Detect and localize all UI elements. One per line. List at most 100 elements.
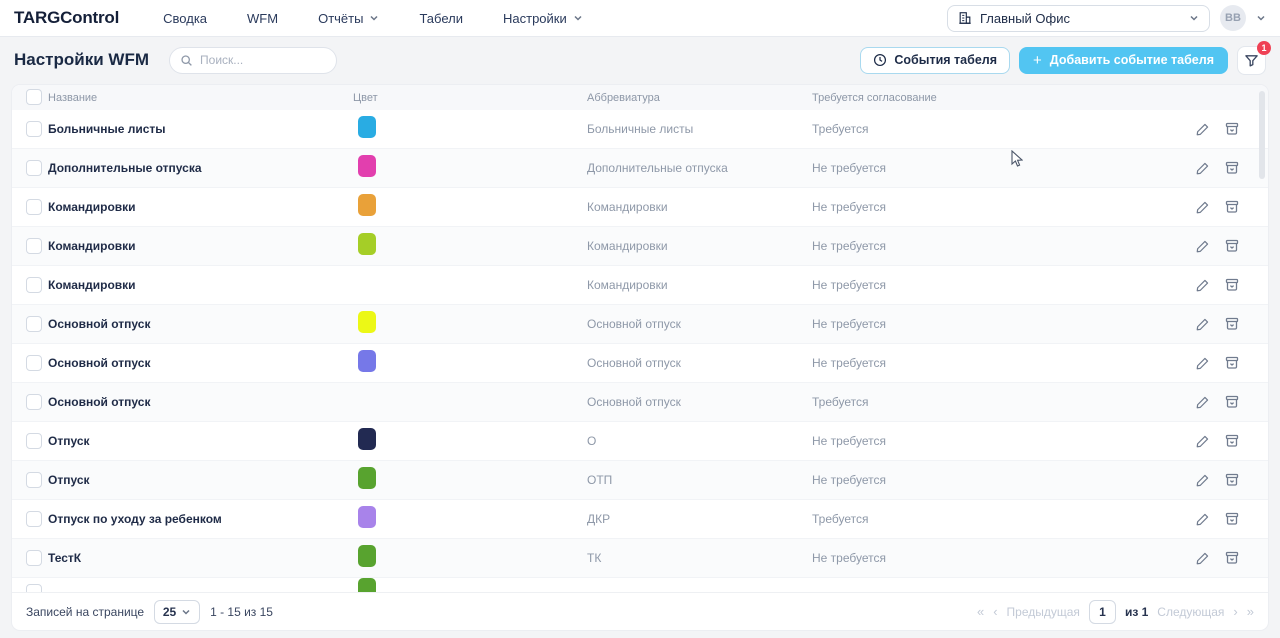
table-row[interactable]: Командировки Командировки Не требуется [12,188,1268,227]
table-row[interactable]: Дополнительные отпуска Дополнительные от… [12,149,1268,188]
color-cell [353,155,587,182]
table-row[interactable]: Отпуск по уходу за ребенком ДКР Требуетс… [12,500,1268,539]
filter-button[interactable]: 1 [1237,46,1266,75]
vertical-scrollbar[interactable] [1259,91,1265,179]
next-page-button[interactable]: Следующая [1157,605,1224,619]
timesheet-events-button[interactable]: События табеля [860,47,1010,74]
timesheet-events-label: События табеля [894,53,997,67]
event-name: Отпуск по уходу за ребенком [48,512,353,526]
table-row[interactable]: Командировки Командировки Не требуется [12,227,1268,266]
archive-icon[interactable] [1224,160,1240,176]
approval-status: Не требуется [812,200,1168,214]
nav-item-1[interactable]: WFM [247,11,278,26]
color-cell [353,578,587,592]
row-checkbox[interactable] [26,199,42,215]
column-header-abbreviation: Аббревиатура [587,92,812,104]
nav-item-4[interactable]: Настройки [503,11,583,26]
event-name: Командировки [48,278,353,292]
edit-icon[interactable] [1194,121,1210,137]
chevron-down-icon [573,13,583,23]
edit-icon[interactable] [1194,199,1210,215]
chevron-down-icon [181,607,191,617]
event-name: Отпуск [48,434,353,448]
edit-icon[interactable] [1194,316,1210,332]
edit-icon[interactable] [1194,160,1210,176]
archive-icon[interactable] [1224,355,1240,371]
last-page-button[interactable]: » [1247,604,1254,619]
prev-page-button[interactable]: Предыдущая [1007,605,1080,619]
building-icon [958,11,972,25]
approval-status: Не требуется [812,356,1168,370]
row-checkbox[interactable] [26,433,42,449]
edit-icon[interactable] [1194,511,1210,527]
archive-icon[interactable] [1224,511,1240,527]
row-checkbox[interactable] [26,277,42,293]
archive-icon[interactable] [1224,121,1240,137]
edit-icon[interactable] [1194,433,1210,449]
approval-status: Не требуется [812,239,1168,253]
event-abbreviation: ОТП [587,473,812,487]
table-row[interactable]: Основной отпуск Основной отпуск Не требу… [12,305,1268,344]
clock-icon [873,53,887,67]
archive-icon[interactable] [1224,238,1240,254]
archive-icon[interactable] [1224,472,1240,488]
edit-icon[interactable] [1194,238,1210,254]
first-page-button[interactable]: « [977,604,984,619]
per-page-select[interactable]: 25 [154,600,200,624]
archive-icon[interactable] [1224,433,1240,449]
table-row[interactable]: Отпуск О Не требуется [12,422,1268,461]
row-checkbox[interactable] [26,238,42,254]
color-swatch [358,116,376,138]
color-swatch [358,428,376,450]
select-all-checkbox[interactable] [26,89,42,105]
row-checkbox[interactable] [26,550,42,566]
row-checkbox[interactable] [26,511,42,527]
event-abbreviation: Командировки [587,278,812,292]
edit-icon[interactable] [1194,277,1210,293]
edit-icon[interactable] [1194,355,1210,371]
current-page-input[interactable]: 1 [1089,600,1116,624]
row-checkbox[interactable] [26,121,42,137]
search-input[interactable] [200,53,326,67]
approval-status: Не требуется [812,161,1168,175]
nav-item-3[interactable]: Табели [419,11,463,26]
row-checkbox[interactable] [26,160,42,176]
per-page-label: Записей на странице [26,605,144,619]
archive-icon[interactable] [1224,394,1240,410]
avatar[interactable]: ВВ [1220,5,1246,31]
table-row[interactable]: Основной отпуск Основной отпуск Не требу… [12,344,1268,383]
color-swatch [358,311,376,333]
office-select[interactable]: Главный Офис [947,5,1210,32]
row-checkbox[interactable] [26,584,42,593]
row-checkbox[interactable] [26,472,42,488]
table-body: Больничные листы Больничные листы Требуе… [12,110,1268,592]
nav-item-2[interactable]: Отчёты [318,11,379,26]
approval-status: Требуется [812,512,1168,526]
table-row[interactable]: Основной отпуск Основной отпуск Требуетс… [12,383,1268,422]
search-box[interactable] [169,47,337,74]
color-swatch [358,350,376,372]
archive-icon[interactable] [1224,550,1240,566]
event-name: Командировки [48,200,353,214]
edit-icon[interactable] [1194,472,1210,488]
archive-icon[interactable] [1224,199,1240,215]
nav-item-0[interactable]: Сводка [163,11,207,26]
table-row[interactable]: Командировки Командировки Не требуется [12,266,1268,305]
table-row[interactable]: Отпуск ОТП Не требуется [12,461,1268,500]
user-menu-chevron-icon[interactable] [1256,13,1266,23]
table-row[interactable] [12,578,1268,592]
color-cell [353,116,587,143]
add-timesheet-event-button[interactable]: + Добавить событие табеля [1019,47,1228,74]
prev-page-arrow-button[interactable]: ‹ [993,604,997,619]
row-checkbox[interactable] [26,316,42,332]
row-checkbox[interactable] [26,394,42,410]
archive-icon[interactable] [1224,277,1240,293]
table-row[interactable]: ТестК ТК Не требуется [12,539,1268,578]
edit-icon[interactable] [1194,394,1210,410]
table-row[interactable]: Больничные листы Больничные листы Требуе… [12,110,1268,149]
search-icon [180,54,193,67]
next-page-arrow-button[interactable]: › [1233,604,1237,619]
archive-icon[interactable] [1224,316,1240,332]
edit-icon[interactable] [1194,550,1210,566]
row-checkbox[interactable] [26,355,42,371]
